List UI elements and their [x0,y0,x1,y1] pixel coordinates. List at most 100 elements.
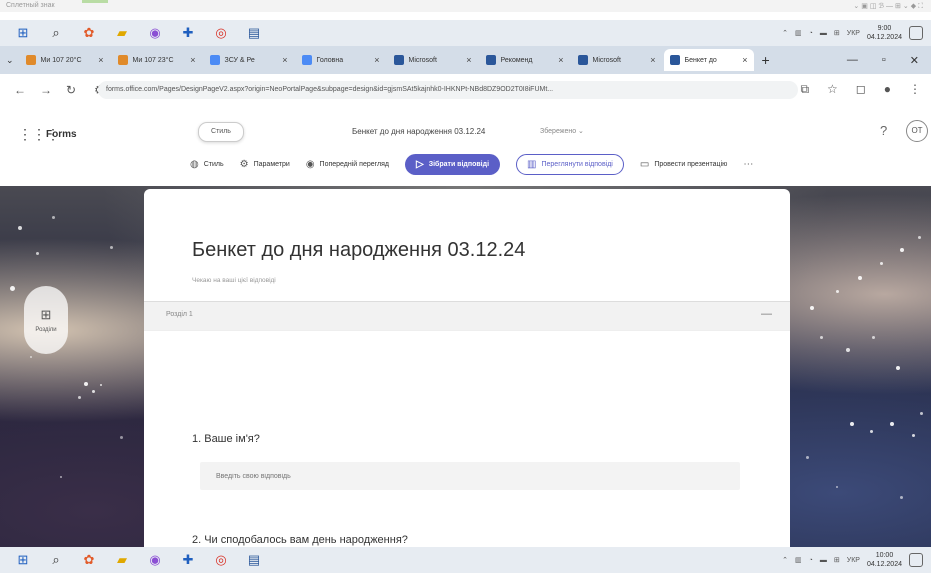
tray-expand-icon[interactable]: ⌃ [782,29,788,37]
start-icon[interactable]: ⊞ [13,23,33,43]
messenger-icon[interactable]: ◉ [145,23,165,43]
close-icon[interactable]: × [374,55,379,65]
new-tab-icon[interactable]: + [762,52,770,68]
start-icon[interactable]: ⊞ [13,550,33,570]
collect-responses-button[interactable]: ▷ Зібрати відповіді [404,154,501,175]
back-icon[interactable]: ← [14,83,26,97]
maximize-icon[interactable]: ▫ [882,54,886,67]
tab-favicon-icon [393,55,404,65]
word-icon[interactable]: ▤ [244,23,264,43]
form-description[interactable]: Чекаю на ваші цієї відповіді [192,277,276,284]
preview-button[interactable]: ◉ Попередній перегляд [306,159,389,170]
wifi-icon[interactable]: ▬ [820,557,827,564]
form-title[interactable]: Бенкет до дня народження 03.12.24 [192,239,525,262]
forms-toolbar: ◍ Стиль ⚙ Параметри ◉ Попередній перегляд ▷… [190,154,753,175]
sections-icon: ⊞ [40,307,52,322]
wifi-icon[interactable]: ▬ [820,30,827,37]
tray-icon[interactable]: ▥ [795,29,802,37]
document-title[interactable]: Бенкет до дня народження 03.12.24 [352,127,485,136]
close-icon[interactable]: × [650,55,655,65]
taskbar-top: ⊞ ⌕ ✿ ▰ ◉ ✚ ◎ ▤ ⌃ ▥ ◔ ▬ ⊞ УКР 9:00 04.12… [0,20,931,46]
address-bar: ← → ↻ ⚙ forms.office.com/Pages/DesignPag… [0,74,931,107]
tab-favicon-icon [117,55,128,65]
answer-input[interactable] [200,462,740,490]
browser-tab[interactable]: Ми 107 23°С × [112,49,202,71]
sound-icon[interactable]: ⊞ [834,29,840,37]
pin-icon[interactable]: ✚ [178,23,198,43]
question-title[interactable]: 2. Чи сподобалось вам день народження? [192,534,408,546]
chrome-icon[interactable]: ◎ [211,550,231,570]
system-tray: ⌃ ▥ ◔ ▬ ⊞ УКР 9:00 04.12.2024 [782,24,931,42]
browser-tab-active[interactable]: Бенкет до × [663,49,754,71]
tab-favicon-icon [25,55,36,65]
sound-icon[interactable]: ⊞ [834,556,840,564]
language-indicator[interactable]: УКР [847,30,860,37]
tray-icon[interactable]: ◔ [809,557,813,564]
url-field[interactable]: forms.office.com/Pages/DesignPageV2.aspx… [98,81,798,99]
present-button[interactable]: ▭ Провести презентацію [640,159,728,170]
menu-icon[interactable]: ⋮ [909,82,921,97]
close-icon[interactable]: × [98,55,103,65]
caption-accent [82,0,108,3]
forms-header: ⋮⋮⋮ Forms Стиль Бенкет до дня народження… [0,106,931,186]
close-icon[interactable]: × [190,55,195,65]
send-icon: ▷ [415,159,424,170]
close-icon[interactable]: × [282,55,287,65]
tray-icon[interactable]: ◔ [809,30,813,37]
close-window-icon[interactable]: ✕ [910,54,919,67]
system-tray: ⌃ ▥ ◔ ▬ ⊞ УКР 10:00 04.12.2024 [782,551,931,569]
more-icon[interactable]: ⋯ [743,159,753,170]
browser-tab[interactable]: ЗСУ & Ре × [204,49,294,71]
close-icon[interactable]: × [466,55,471,65]
tab-favicon-icon [577,55,588,65]
close-icon[interactable]: × [558,55,563,65]
browser-tab[interactable]: Microsoft × [388,49,478,71]
browser-actions: ⧉ ☆ ◻ ● ⋮ [800,82,921,97]
bookmark-icon[interactable]: ☆ [827,82,838,97]
share-icon[interactable]: ⧉ [800,82,809,97]
close-icon[interactable]: × [742,55,747,65]
pin-icon[interactable]: ✚ [178,550,198,570]
chart-icon: ▥ [527,159,537,170]
browser-tab[interactable]: Головна × [296,49,386,71]
help-icon[interactable]: ? [880,123,887,138]
reload-icon[interactable]: ↻ [66,83,76,97]
search-icon[interactable]: ⌕ [46,23,66,43]
messenger-icon[interactable]: ◉ [145,550,165,570]
language-indicator[interactable]: УКР [847,557,860,564]
app-icon[interactable]: ✿ [79,23,99,43]
caption-controls: ⌄▣◫ℬ—⊞⌄◆⛶ [853,3,925,10]
search-icon[interactable]: ⌕ [46,550,66,570]
forward-icon[interactable]: → [40,83,52,97]
minimize-icon[interactable]: — [847,54,858,67]
browser-tab[interactable]: Microsoft × [572,49,662,71]
clock[interactable]: 9:00 04.12.2024 [867,24,902,42]
tray-icon[interactable]: ▥ [795,556,802,564]
clock[interactable]: 10:00 04.12.2024 [867,551,902,569]
tab-favicon-icon [209,55,220,65]
files-icon[interactable]: ▰ [112,550,132,570]
section-navigator[interactable]: ⊞ Розділи [24,286,68,354]
word-icon[interactable]: ▤ [244,550,264,570]
section-header[interactable]: Розділ 1 — [144,301,790,331]
minus-icon[interactable]: — [761,308,772,320]
tray-expand-icon[interactable]: ⌃ [782,556,788,564]
app-icon[interactable]: ✿ [79,550,99,570]
profile-icon[interactable]: ● [884,82,891,97]
notifications-icon[interactable] [909,553,923,567]
extensions-icon[interactable]: ◻ [856,82,866,97]
notifications-icon[interactable] [909,26,923,40]
app-name[interactable]: Forms [46,129,77,140]
settings-button[interactable]: ⚙ Параметри [240,159,290,170]
browser-tab[interactable]: Ми 107 20°С × [20,49,110,71]
view-responses-button[interactable]: ▥ Переглянути відповіді [516,154,624,175]
tab-search-icon[interactable]: ⌄ [6,55,14,66]
browser-tab[interactable]: Рекоменд × [480,49,570,71]
files-icon[interactable]: ▰ [112,23,132,43]
style-button[interactable]: ◍ Стиль [190,159,224,170]
present-icon: ▭ [639,159,650,170]
eye-icon: ◉ [305,159,315,170]
chrome-icon[interactable]: ◎ [211,23,231,43]
question-title[interactable]: 1. Ваше ім'я? [192,433,260,445]
avatar[interactable]: ОТ [906,120,928,142]
